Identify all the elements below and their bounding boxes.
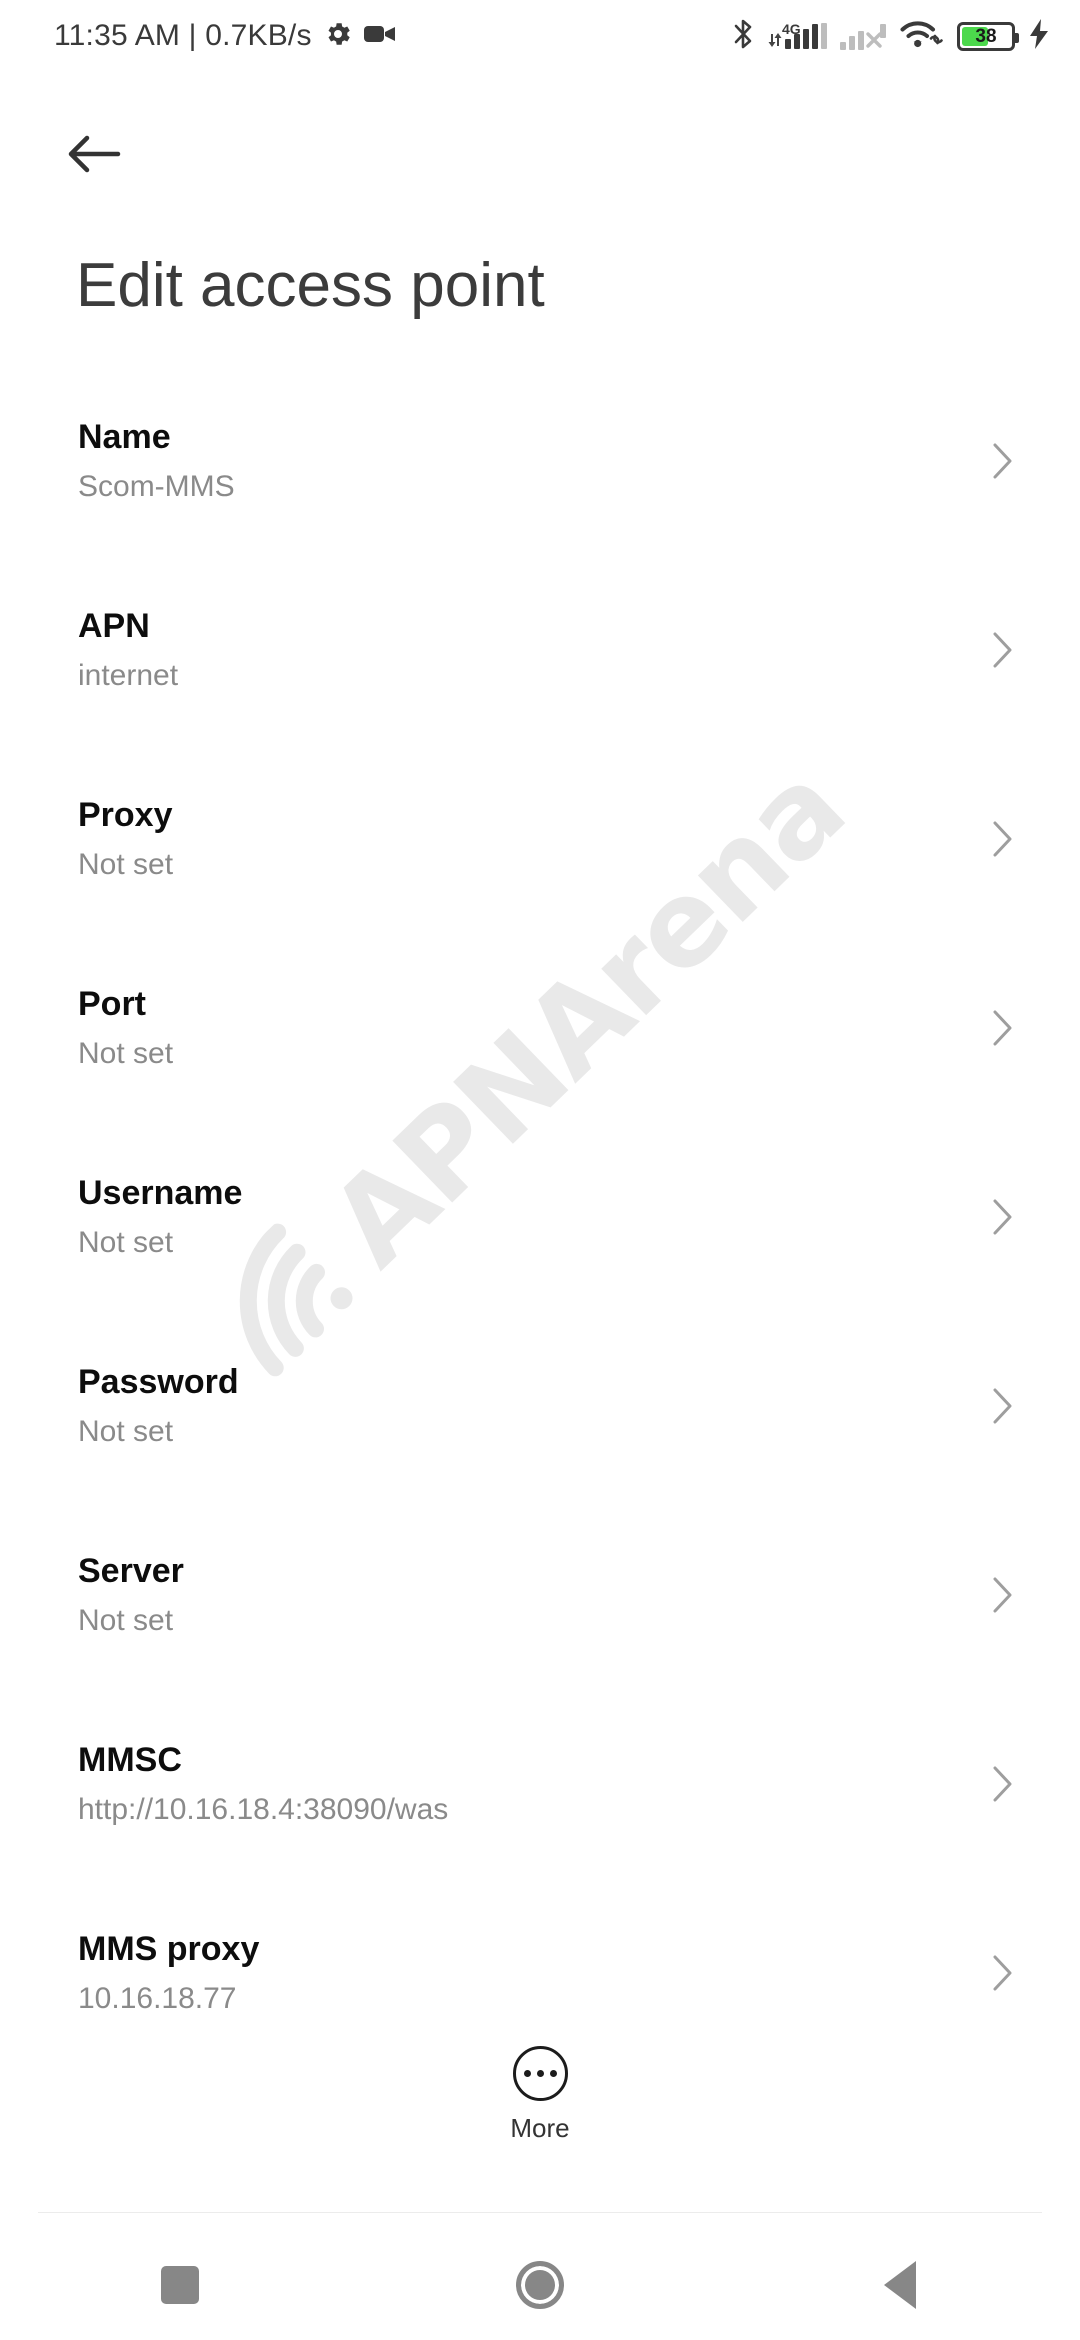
more-dots-circle-icon [512,2046,568,2101]
gear-icon [323,19,353,54]
battery-level: 38 [975,25,997,47]
chevron-right-icon [993,1199,1012,1235]
chevron-right-icon [993,1955,1012,1991]
nav-home-button[interactable] [360,2261,720,2309]
row-title: MMSC [78,1741,182,1779]
back-button[interactable] [62,122,126,186]
row-title: Password [78,1363,239,1401]
recents-square-icon [161,2266,199,2304]
home-circle-icon [516,2261,564,2309]
row-title: Proxy [78,796,173,834]
row-value: Scom-MMS [78,470,235,503]
chevron-right-icon [993,1388,1012,1424]
apn-settings-list: Name Scom-MMS APN internet Proxy Not set… [0,408,1080,2109]
status-bar-left: 11:35 AM | 0.7KB/s [54,19,396,54]
list-item-mmsc[interactable]: MMSC http://10.16.18.4:38090/was [0,1731,1080,1920]
row-value: http://10.16.18.4:38090/was [78,1793,449,1826]
list-item-apn[interactable]: APN internet [0,597,1080,786]
list-item-password[interactable]: Password Not set [0,1353,1080,1542]
charging-bolt-icon [1028,18,1050,55]
video-camera-icon [363,22,396,51]
back-triangle-icon [884,2261,916,2309]
row-value: Not set [78,1226,174,1259]
row-value: Not set [78,848,174,881]
battery-icon: 38 [957,21,1019,51]
list-item-server[interactable]: Server Not set [0,1542,1080,1731]
chevron-right-icon [993,443,1012,479]
row-title: MMS proxy [78,1930,260,1968]
android-navigation-bar [0,2230,1080,2340]
row-title: Server [78,1552,184,1590]
signal-no-service-icon [840,22,887,50]
row-title: APN [78,607,150,645]
more-label: More [510,2113,570,2143]
row-value: Not set [78,1415,174,1448]
chevron-right-icon [993,821,1012,857]
nav-back-button[interactable] [720,2261,1080,2309]
row-value: Not set [78,1037,174,1070]
row-value: internet [78,659,179,692]
list-item-name[interactable]: Name Scom-MMS [0,408,1080,597]
row-title: Port [78,985,146,1023]
back-arrow-icon [68,135,121,173]
list-item-username[interactable]: Username Not set [0,1164,1080,1353]
status-bar: 11:35 AM | 0.7KB/s 4G 38 [0,0,1080,72]
row-title: Name [78,418,171,456]
chevron-right-icon [993,632,1012,668]
wifi-link-icon [900,17,944,56]
chevron-right-icon [993,1010,1012,1046]
clock-and-netspeed: 11:35 AM | 0.7KB/s [54,19,312,52]
list-item-proxy[interactable]: Proxy Not set [0,786,1080,975]
bottom-divider [38,2212,1042,2213]
nav-recents-button[interactable] [0,2266,360,2304]
status-bar-right: 4G 38 [731,0,1050,72]
chevron-right-icon [993,1766,1012,1802]
more-button[interactable]: More [0,2046,1080,2144]
phone-screen: APNArena 11:35 AM | 0.7KB/s 4G 38 Edit a… [0,0,1080,2340]
list-item-port[interactable]: Port Not set [0,975,1080,1164]
signal-4g-icon: 4G [768,21,827,49]
bluetooth-icon [731,17,755,56]
chevron-right-icon [993,1577,1012,1613]
row-title: Username [78,1174,243,1212]
network-type-label: 4G [782,21,801,37]
row-value: Not set [78,1604,174,1637]
page-title: Edit access point [76,251,545,320]
row-value: 10.16.18.77 [78,1982,237,2015]
